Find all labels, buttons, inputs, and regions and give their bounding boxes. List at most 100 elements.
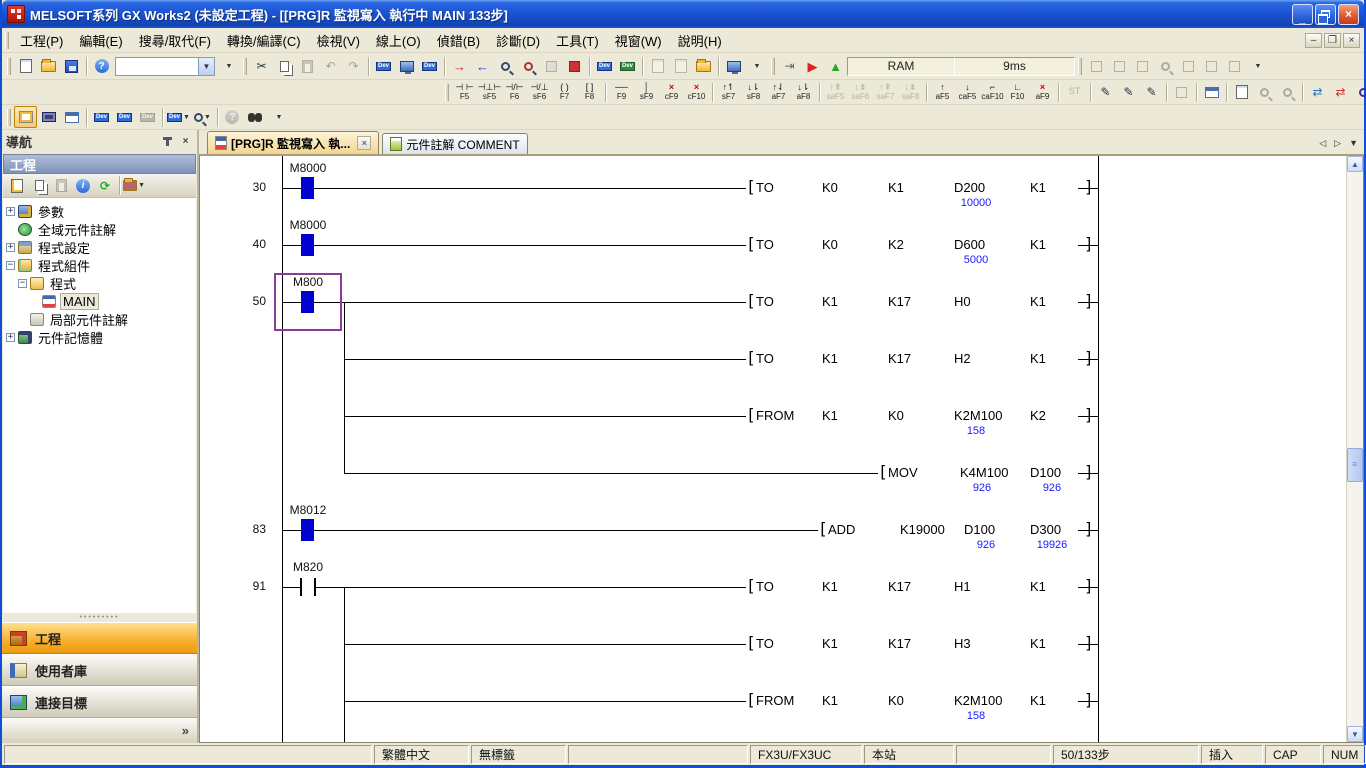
view-button-使用者庫[interactable]: 使用者庫 — [2, 654, 197, 686]
ladder-symbol-sF5-button[interactable]: ⊣⊥⊢sF5 — [477, 81, 502, 103]
find-binoculars-button[interactable] — [244, 106, 267, 128]
instruction-operand[interactable]: K0 — [822, 237, 838, 252]
combobox-dropdown-icon[interactable]: ▼ — [198, 58, 214, 75]
instruction-opcode[interactable]: TO — [756, 351, 774, 366]
device-batch-monitor-button[interactable] — [395, 55, 418, 77]
menu-6[interactable]: 偵錯(B) — [429, 28, 488, 53]
cut-button[interactable]: ✂ — [250, 55, 273, 77]
instruction-operand[interactable]: K0 — [888, 408, 904, 423]
menu-8[interactable]: 工具(T) — [548, 28, 607, 53]
ladder-symbol-caF10-button[interactable]: ⌐caF10 — [980, 81, 1005, 103]
panel-close-button[interactable]: × — [178, 135, 193, 149]
tab-list-dropdown-icon[interactable]: ▼ — [1349, 138, 1358, 149]
remote-stop-button[interactable] — [563, 55, 586, 77]
comment-edit-button[interactable] — [1200, 81, 1223, 103]
instruction-operand[interactable]: K17 — [888, 636, 911, 651]
tree-item-程式組件[interactable]: −程式組件 — [6, 256, 196, 274]
instruction-opcode[interactable]: FROM — [756, 693, 794, 708]
toolbar-overflow-button[interactable]: ▼ — [217, 55, 240, 77]
instruction-operand[interactable]: H0 — [954, 294, 971, 309]
tree-item-MAIN[interactable]: MAIN — [6, 292, 196, 310]
instruction-opcode[interactable]: TO — [756, 636, 774, 651]
open-project-button[interactable] — [37, 55, 60, 77]
tab-ladder-program[interactable]: [PRG]R 監視寫入 執... × — [207, 131, 379, 154]
ladder-symbol-cF9-button[interactable]: ×cF9 — [659, 81, 684, 103]
simulation-step-button[interactable]: ⇥ — [778, 55, 801, 77]
expand-plus-icon[interactable]: + — [6, 243, 15, 252]
instruction-opcode[interactable]: TO — [756, 294, 774, 309]
mdi-minimize-button[interactable]: – — [1305, 33, 1322, 48]
instruction-operand[interactable]: K1 — [1030, 294, 1046, 309]
toolbar-overflow-button[interactable]: ▼ — [745, 55, 768, 77]
minimize-button[interactable]: _ — [1292, 4, 1313, 25]
save-project-button[interactable] — [60, 55, 83, 77]
ladder-symbol-F7-button[interactable]: ( )F7 — [552, 81, 577, 103]
tree-item-全域元件註解[interactable]: 全域元件註解 — [6, 220, 196, 238]
instruction-operand[interactable]: K2 — [1030, 408, 1046, 423]
ladder-symbol-sF7-button[interactable]: ↑↿sF7 — [716, 81, 741, 103]
new-item-button[interactable] — [6, 176, 28, 196]
navigation-window-button[interactable] — [14, 106, 37, 128]
instruction-operand[interactable]: D100 — [1030, 465, 1061, 480]
toolbar-grip[interactable] — [5, 32, 9, 49]
ladder-symbol-cF10-button[interactable]: ×cF10 — [684, 81, 709, 103]
menu-0[interactable]: 工程(P) — [12, 28, 71, 53]
sort-filter-button[interactable]: ▼ — [123, 176, 145, 196]
simulation-status-button[interactable]: ▲ — [824, 55, 847, 77]
instruction-operand[interactable]: K1 — [822, 693, 838, 708]
mdi-restore-button[interactable]: ❐ — [1324, 33, 1341, 48]
instruction-operand[interactable]: H3 — [954, 636, 971, 651]
contact-M820[interactable] — [314, 578, 316, 596]
write-to-plc-button[interactable]: → — [448, 55, 471, 77]
menu-5[interactable]: 線上(O) — [368, 28, 429, 53]
instruction-operand[interactable]: K1 — [822, 579, 838, 594]
verify-with-plc-button[interactable] — [494, 55, 517, 77]
ladder-symbol-F5-button[interactable]: ⊣ ⊢F5 — [452, 81, 477, 103]
property-button[interactable]: i — [72, 176, 94, 196]
instruction-operand[interactable]: K17 — [888, 351, 911, 366]
ladder-symbol-F9-button[interactable]: ──F9 — [609, 81, 634, 103]
tab-device-comment[interactable]: 元件註解 COMMENT — [382, 133, 527, 154]
instruction-operand[interactable]: K1 — [1030, 237, 1046, 252]
toolbar-grip[interactable] — [1078, 58, 1082, 75]
ladder-symbol-sF6-button[interactable]: ⊣/⊥sF6 — [527, 81, 552, 103]
contact-M820[interactable] — [300, 578, 302, 596]
menu-1[interactable]: 編輯(E) — [71, 28, 130, 53]
device-search-button[interactable]: ▼ — [191, 106, 214, 128]
device-comment-dev-button[interactable]: Dev — [90, 106, 113, 128]
instruction-opcode[interactable]: TO — [756, 180, 774, 195]
pin-button[interactable] — [160, 135, 175, 149]
toolbar-grip[interactable] — [243, 58, 247, 75]
ladder-editor[interactable]: 30M8000[TOK0K1D200K1]1000040M8000[TOK0K2… — [200, 156, 1346, 742]
close-button[interactable]: × — [1338, 4, 1359, 25]
instruction-operand[interactable]: K19000 — [900, 522, 945, 537]
instruction-operand[interactable]: K1 — [1030, 693, 1046, 708]
help-button[interactable]: ? — [90, 55, 113, 77]
ladder-symbol-caF5-button[interactable]: ↓caF5 — [955, 81, 980, 103]
ladder-symbol-F10-button[interactable]: ∟F10 — [1005, 81, 1030, 103]
toolbar-overflow-button[interactable]: ▼ — [267, 106, 290, 128]
menu-7[interactable]: 診斷(D) — [488, 28, 548, 53]
restore-button[interactable] — [1315, 4, 1336, 25]
instruction-opcode[interactable]: FROM — [756, 408, 794, 423]
tree-item-程式設定[interactable]: +程式設定 — [6, 238, 196, 256]
instruction-operand[interactable]: K1 — [822, 294, 838, 309]
instruction-operand[interactable]: K1 — [822, 408, 838, 423]
device-memory-dev-button[interactable]: Dev — [113, 106, 136, 128]
edit-device-button[interactable]: ✎ — [1094, 81, 1117, 103]
tree-item-局部元件註解[interactable]: 局部元件註解 — [6, 310, 196, 328]
device-replace-button[interactable]: Dev — [418, 55, 441, 77]
contact-M8012[interactable] — [301, 519, 314, 541]
collapse-minus-icon[interactable]: − — [18, 279, 27, 288]
instruction-operand[interactable]: K1 — [822, 351, 838, 366]
tab-scroll-right-icon[interactable]: ▷ — [1334, 138, 1341, 149]
device-comment-search-button[interactable]: Dev — [372, 55, 395, 77]
tree-item-元件記憶體[interactable]: +元件記憶體 — [6, 328, 196, 346]
menu-3[interactable]: 轉換/編譯(C) — [219, 28, 309, 53]
ladder-symbol-aF5-button[interactable]: ↑aF5 — [930, 81, 955, 103]
instruction-operand[interactable]: D100 — [964, 522, 995, 537]
tree-item-程式[interactable]: −程式 — [6, 274, 196, 292]
device-batch-dev-button[interactable]: Dev — [616, 55, 639, 77]
instruction-operand[interactable]: K1 — [1030, 636, 1046, 651]
instruction-operand[interactable]: K17 — [888, 294, 911, 309]
